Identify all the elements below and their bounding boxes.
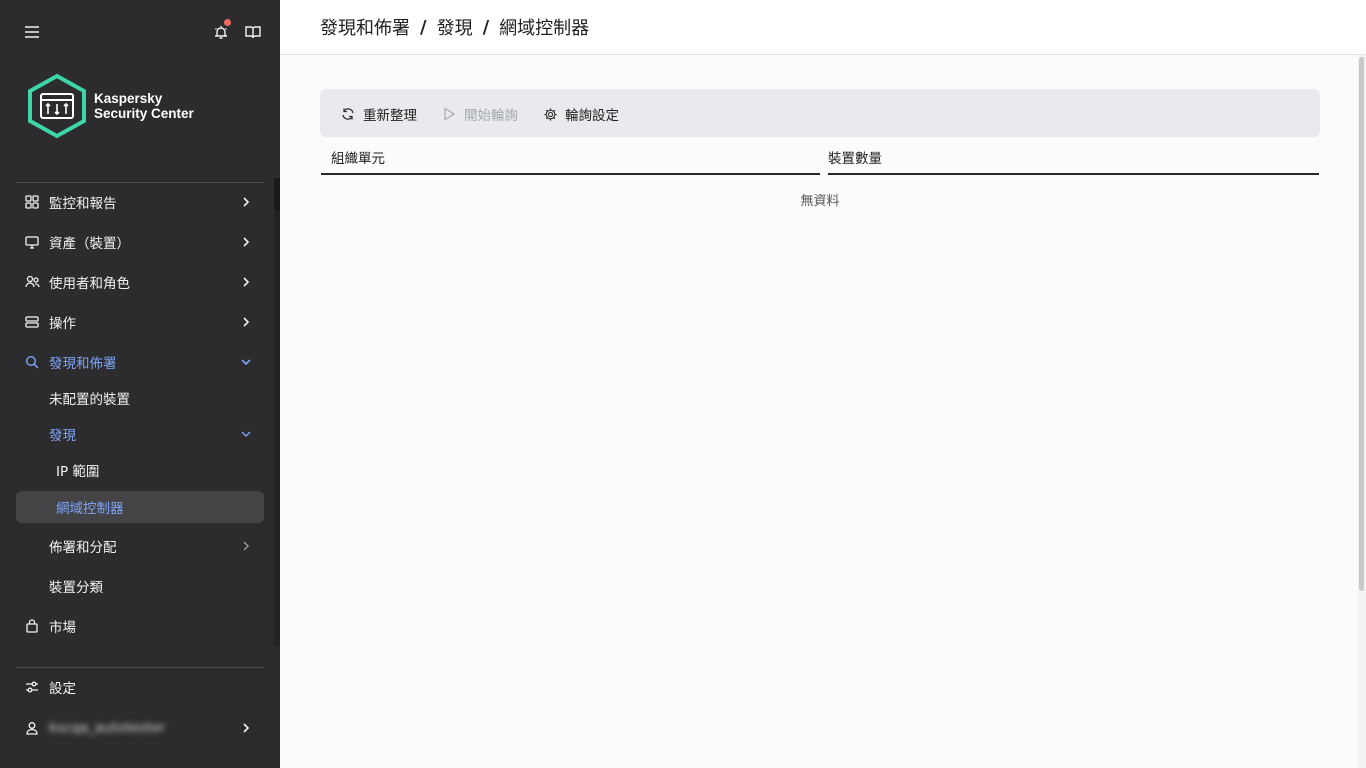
- chevron-down-icon: [238, 426, 254, 442]
- sidebar-item-deployment-assignment[interactable]: 佈署和分配: [16, 530, 264, 562]
- search-icon: [24, 354, 40, 370]
- toolbar: 重新整理 開始輪詢 輪詢設定: [320, 89, 1320, 137]
- polling-settings-label: 輪詢設定: [565, 108, 619, 124]
- sidebar-item-label: 未配置的裝置: [49, 392, 130, 408]
- polling-settings-button[interactable]: 輪詢設定: [542, 104, 619, 124]
- sidebar-divider: [16, 182, 264, 183]
- chevron-down-icon: [238, 354, 254, 370]
- refresh-label: 重新整理: [363, 108, 417, 124]
- refresh-button[interactable]: 重新整理: [340, 104, 417, 124]
- breadcrumb-item-discovery[interactable]: 發現: [437, 14, 473, 40]
- sidebar-item-label: 網域控制器: [56, 501, 124, 517]
- sidebar-item-label: 監控和報告: [49, 196, 117, 212]
- sidebar-top-bar: [0, 0, 280, 64]
- main-content: 重新整理 開始輪詢 輪詢設定 組織單元 裝置數量 無資料: [280, 55, 1366, 768]
- refresh-icon: [340, 106, 356, 122]
- logo-line1: Kaspersky: [94, 91, 163, 106]
- sidebar-item-marketplace[interactable]: 市場: [16, 610, 264, 642]
- sidebar-item-device-categories[interactable]: 裝置分類: [16, 570, 264, 602]
- sidebar-item-users-roles[interactable]: 使用者和角色: [16, 266, 264, 298]
- user-icon: [24, 720, 40, 736]
- kaspersky-logo[interactable]: Kaspersky Security Center: [26, 72, 266, 140]
- chevron-right-icon: [238, 720, 254, 736]
- sidebar-item-user-account[interactable]: kscqa_autotester: [16, 712, 264, 744]
- breadcrumb-separator: /: [482, 16, 490, 38]
- sidebar-item-label: 市場: [49, 620, 76, 636]
- start-polling-button[interactable]: 開始輪詢: [441, 104, 518, 124]
- dashboard-icon: [24, 194, 40, 210]
- sidebar-item-label: 操作: [49, 316, 76, 332]
- column-header-label: 裝置數量: [828, 151, 882, 167]
- notification-dot: [224, 19, 231, 26]
- sidebar-item-discovery[interactable]: 發現: [16, 418, 264, 450]
- breadcrumb-item-discovery-deployment[interactable]: 發現和佈署: [320, 14, 410, 40]
- sidebar-item-assets[interactable]: 資產（裝置）: [16, 226, 264, 258]
- main-scrollbar[interactable]: [1358, 55, 1366, 768]
- sidebar: Kaspersky Security Center 監控和報告 資產（裝置） 使…: [0, 0, 280, 768]
- sidebar-item-settings[interactable]: 設定: [16, 671, 264, 703]
- hamburger-menu-icon[interactable]: [22, 22, 42, 42]
- chevron-right-icon: [238, 538, 254, 554]
- sidebar-item-monitoring-reports[interactable]: 監控和報告: [16, 186, 264, 218]
- server-icon: [24, 314, 40, 330]
- logo-text: Kaspersky Security Center: [94, 91, 194, 121]
- sliders-icon: [24, 679, 40, 695]
- sidebar-item-ip-ranges[interactable]: IP 範圍: [16, 454, 264, 486]
- sidebar-item-label: 佈署和分配: [49, 540, 117, 556]
- sidebar-item-label: 裝置分類: [49, 580, 103, 596]
- logo-hexagon-icon: [28, 73, 86, 139]
- sidebar-item-label: IP 範圍: [56, 464, 100, 480]
- page-header: 發現和佈署 / 發現 / 網域控制器: [280, 0, 1366, 55]
- chevron-right-icon: [238, 314, 254, 330]
- breadcrumb: 發現和佈署 / 發現 / 網域控制器: [320, 14, 589, 40]
- breadcrumb-separator: /: [420, 16, 427, 38]
- sidebar-item-label: 發現: [49, 428, 76, 444]
- breadcrumb-item-domain-controllers: 網域控制器: [499, 18, 590, 39]
- logo-line2: Security Center: [94, 106, 194, 121]
- sidebar-item-label: 資產（裝置）: [49, 236, 130, 252]
- chevron-right-icon: [238, 274, 254, 290]
- sidebar-item-unassigned-devices[interactable]: 未配置的裝置: [16, 382, 264, 414]
- start-polling-label: 開始輪詢: [464, 108, 518, 124]
- monitor-icon: [24, 234, 40, 250]
- empty-table-message: 無資料: [800, 194, 840, 209]
- sidebar-item-operations[interactable]: 操作: [16, 306, 264, 338]
- chevron-right-icon: [238, 194, 254, 210]
- users-icon: [24, 274, 40, 290]
- sidebar-item-label: 使用者和角色: [49, 276, 130, 292]
- column-header-org-unit[interactable]: 組織單元: [321, 137, 820, 175]
- sidebar-divider: [16, 667, 264, 668]
- column-header-label: 組織單元: [331, 151, 385, 167]
- sidebar-item-discovery-deployment[interactable]: 發現和佈署: [16, 346, 264, 378]
- sidebar-item-label: 設定: [49, 681, 76, 697]
- gear-icon: [542, 106, 558, 122]
- book-icon[interactable]: [243, 22, 263, 42]
- play-icon: [441, 106, 457, 122]
- bag-icon: [24, 618, 40, 634]
- sidebar-item-label: 發現和佈署: [49, 356, 117, 372]
- sidebar-item-domain-controllers[interactable]: 網域控制器: [16, 491, 264, 523]
- user-name: kscqa_autotester: [49, 720, 166, 736]
- chevron-right-icon: [238, 234, 254, 250]
- bell-icon[interactable]: [211, 19, 231, 42]
- column-header-device-count[interactable]: 裝置數量: [828, 137, 1319, 175]
